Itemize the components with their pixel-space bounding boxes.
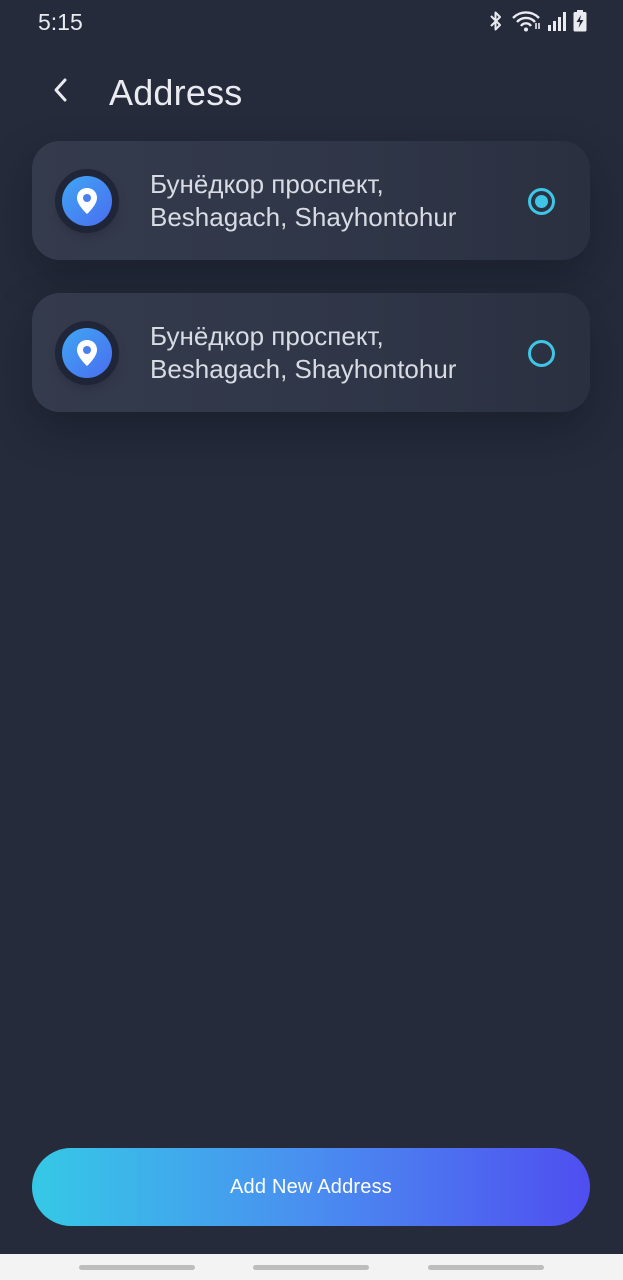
address-line-2: Beshagach, Shayhontohur — [150, 354, 457, 384]
nav-home-button[interactable] — [253, 1265, 369, 1270]
location-pin-icon — [62, 328, 112, 378]
battery-charging-icon — [573, 10, 587, 32]
radio-button-selected[interactable] — [528, 188, 555, 215]
radio-dot — [535, 195, 548, 208]
status-bar: 5:15 — [0, 0, 623, 44]
bluetooth-icon — [487, 10, 505, 32]
nav-back-button[interactable] — [428, 1265, 544, 1270]
radio-button-unselected[interactable] — [528, 340, 555, 367]
add-button-label: Add New Address — [230, 1175, 392, 1198]
page-title: Address — [109, 72, 243, 113]
address-card-2[interactable]: Бунёдкор проспект, Beshagach, Shayhontoh… — [32, 293, 590, 412]
nav-recent-apps-button[interactable] — [79, 1265, 195, 1270]
address-line-2: Beshagach, Shayhontohur — [150, 202, 457, 232]
add-new-address-button[interactable]: Add New Address — [32, 1148, 590, 1226]
status-time: 5:15 — [38, 9, 83, 35]
chevron-left-icon — [50, 76, 70, 109]
location-pin-icon — [62, 176, 112, 226]
back-button[interactable] — [40, 72, 80, 112]
address-list: Бунёдкор проспект, Beshagach, Shayhontoh… — [32, 141, 590, 445]
address-screen: 5:15 Address Бунёдкор проспект, Beshagac… — [0, 0, 623, 1280]
address-line-1: Бунёдкор проспект, — [150, 321, 384, 351]
header: Address — [0, 62, 623, 122]
wifi-icon — [511, 10, 541, 32]
address-text: Бунёдкор проспект, Beshagach, Shayhontoh… — [150, 168, 510, 234]
status-icons — [487, 10, 587, 32]
address-card-1[interactable]: Бунёдкор проспект, Beshagach, Shayhontoh… — [32, 141, 590, 260]
cell-signal-icon — [547, 10, 567, 32]
address-line-1: Бунёдкор проспект, — [150, 169, 384, 199]
address-text: Бунёдкор проспект, Beshagach, Shayhontoh… — [150, 320, 510, 386]
navigation-bar — [0, 1254, 623, 1280]
